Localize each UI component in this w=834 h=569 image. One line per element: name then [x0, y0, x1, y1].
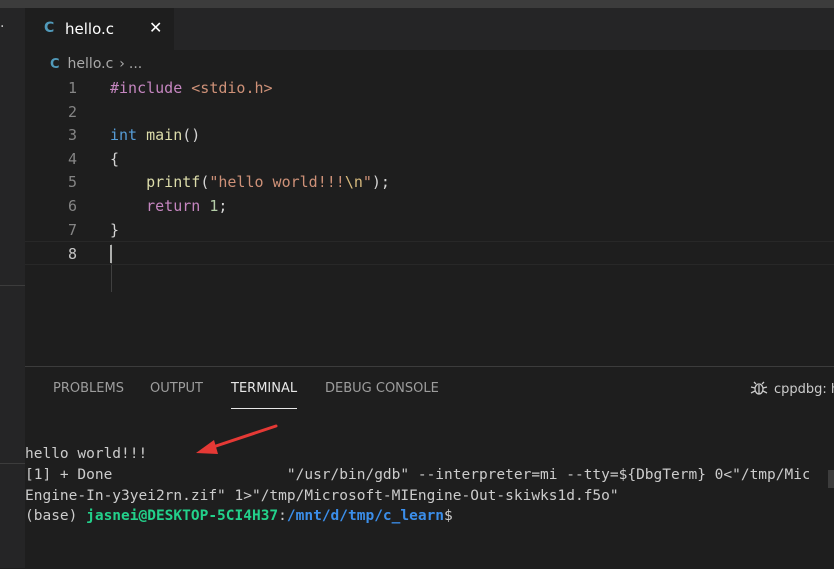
- terminal-token: (base): [25, 508, 87, 524]
- code-token: ": [362, 173, 372, 192]
- close-icon[interactable]: ✕: [149, 18, 162, 37]
- terminal-token: [1] + Done "/usr/bin/gdb" --interpreter=…: [25, 467, 809, 483]
- terminal-line: hello world!!!: [25, 444, 809, 464]
- debug-config-selector[interactable]: cppdbg: h: [750, 379, 834, 397]
- more-icon[interactable]: ·: [0, 20, 4, 34]
- sidebar-divider: [0, 285, 25, 286]
- code-line[interactable]: 7}: [25, 218, 834, 242]
- code-token: }: [110, 220, 120, 239]
- code-token: \n: [344, 173, 363, 192]
- breadcrumb[interactable]: Chello.c ›...: [50, 56, 142, 72]
- terminal-line: (base) jasnei@DESKTOP-5CI4H37:/mnt/d/tmp…: [25, 506, 809, 526]
- line-number: 3: [67, 126, 77, 145]
- code-line[interactable]: 6 return 1;: [25, 194, 834, 218]
- bug-icon: [750, 381, 768, 395]
- tab-problems[interactable]: PROBLEMS: [53, 381, 124, 396]
- line-number: 1: [67, 79, 77, 97]
- code-text: printf("hello world!!!\n");: [110, 170, 390, 194]
- code-token: #include: [110, 79, 192, 97]
- tab-label: hello.c: [65, 20, 114, 38]
- code-text: int main(): [110, 123, 200, 147]
- scrollbar-thumb[interactable]: [828, 470, 834, 488]
- line-number: 4: [67, 149, 77, 168]
- terminal-token: hello world!!!: [25, 446, 148, 462]
- code-line[interactable]: 1 #include <stdio.h>: [25, 76, 834, 100]
- c-file-icon: C: [50, 57, 60, 72]
- terminal-token: :: [278, 508, 287, 524]
- red-arrow-icon: [196, 424, 278, 454]
- title-strip: [0, 0, 834, 8]
- code-token: (: [200, 173, 210, 192]
- sidebar-divider: [0, 463, 25, 464]
- code-token: "hello world!!!: [209, 173, 345, 192]
- code-token: (): [182, 126, 201, 145]
- code-token: {: [110, 149, 120, 168]
- code-text: {: [110, 147, 119, 171]
- terminal-line: Engine-In-y3yei2rn.zif" 1>"/tmp/Microsof…: [25, 486, 809, 506]
- line-number: 2: [67, 102, 77, 121]
- terminal-line: [1] + Done "/usr/bin/gdb" --interpreter=…: [25, 465, 809, 485]
- tab-output[interactable]: OUTPUT: [150, 381, 203, 396]
- breadcrumb-file[interactable]: hello.c: [68, 56, 114, 72]
- code-text: #include <stdio.h>: [110, 76, 273, 100]
- terminal-token: Engine-In-y3yei2rn.zif" 1>"/tmp/Microsof…: [25, 488, 619, 504]
- code-token: printf: [146, 173, 201, 192]
- code-token: return: [146, 197, 201, 215]
- terminal-token: /mnt/d/tmp/c_learn: [286, 508, 445, 524]
- terminal-token: $: [444, 508, 453, 524]
- code-line[interactable]: 3 int main(): [25, 123, 834, 147]
- code-line[interactable]: 5 printf("hello world!!!\n");: [25, 170, 834, 194]
- tab-debug-console[interactable]: DEBUG CONSOLE: [325, 381, 439, 396]
- tab-terminal[interactable]: TERMINAL: [231, 381, 298, 409]
- code-line[interactable]: 2: [25, 100, 834, 124]
- line-number: 8: [67, 245, 77, 264]
- code-token: <stdio.h>: [191, 79, 273, 97]
- chevron-right-icon: ›: [119, 56, 125, 72]
- line-number: 7: [67, 220, 77, 239]
- editor-tab-hello-c[interactable]: C hello.c ✕: [25, 8, 174, 50]
- code-token: main: [146, 126, 183, 145]
- code-token: int: [110, 126, 138, 145]
- code-line[interactable]: 8: [25, 241, 834, 266]
- sidebar-panel: ·: [0, 8, 25, 568]
- code-text: }: [110, 218, 119, 242]
- code-line[interactable]: 4{: [25, 147, 834, 171]
- code-token: );: [371, 173, 390, 192]
- line-number: 5: [67, 173, 77, 192]
- code-token: ;: [218, 197, 228, 215]
- code-text: return 1;: [110, 194, 227, 218]
- editor-tab-bar: C hello.c ✕: [25, 8, 834, 50]
- text-cursor: [110, 245, 112, 264]
- breadcrumb-symbols[interactable]: ...: [129, 56, 142, 72]
- debug-config-label: cppdbg: h: [774, 382, 834, 397]
- code-editor[interactable]: 1 #include <stdio.h> 2 3 int main() 4{5 print…: [25, 76, 834, 366]
- line-number: 6: [67, 197, 77, 215]
- c-file-icon: C: [44, 20, 55, 36]
- terminal-token: jasnei@DESKTOP-5CI4H37: [86, 508, 279, 524]
